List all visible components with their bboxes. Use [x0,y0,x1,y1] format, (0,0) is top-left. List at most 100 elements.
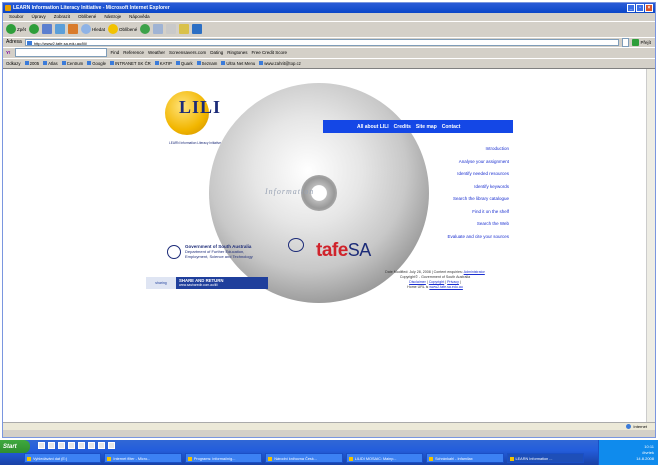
task-button[interactable]: Schránkahl - Infamilax [426,453,504,463]
gov-sa-text: Government of South Australia Department… [185,244,253,259]
address-input[interactable]: http://www2.tafe.sa.edu.au/lili/ [24,38,620,46]
page-footer: Date Modified: July 28, 2008 | Content e… [355,270,515,290]
menu-edit[interactable]: Úpravy [32,13,46,21]
go-button[interactable]: Přejít [632,38,655,46]
gov-crest-icon [167,244,181,259]
link-item[interactable]: Ultra Net Menu [221,61,255,66]
menu-tools[interactable]: Nástroje [104,13,121,21]
stop-icon[interactable] [42,24,53,34]
link-item[interactable]: Atlas [43,61,58,66]
task-button[interactable]: LILIDI MOSAIC: Mainp... [345,453,424,463]
privacy-link[interactable]: Privacy [447,280,459,284]
page-icon [26,40,32,45]
link-identify-resources[interactable]: Identify needed resources [447,168,509,181]
print-icon[interactable] [166,24,177,34]
yahoo-item-dating[interactable]: Dating [210,50,223,55]
refresh-icon[interactable] [55,24,66,34]
yahoo-icon[interactable]: Y! [6,50,11,55]
maximize-button[interactable]: ▫ [636,4,644,12]
history-icon[interactable] [140,24,151,34]
favorites-button[interactable]: Oblíbené [108,24,137,34]
link-item[interactable]: Centrum [62,61,83,66]
close-button[interactable]: × [645,4,653,12]
page-viewport: Information LILI LEARN Information Liter… [3,68,655,423]
yahoo-item-credit[interactable]: Free Credit Score [252,50,288,55]
start-button[interactable]: Start [0,440,30,453]
menu-bar: Soubor Úpravy Zobrazit Oblíbené Nástroje… [3,13,655,21]
address-url: http://www2.tafe.sa.edu.au/lili/ [33,40,87,46]
yahoo-search-input[interactable] [14,48,107,57]
quick-launch-icon[interactable] [88,442,95,449]
menu-file[interactable]: Soubor [9,13,24,21]
task-button[interactable]: Národní knihovna Česk... [265,453,343,463]
quick-launch-icon[interactable] [68,442,75,449]
home-url-link[interactable]: www2.tafe.sa.edu.au [429,285,463,289]
link-item[interactable]: Quark [176,61,193,66]
quick-launch-icon[interactable] [98,442,105,449]
minimize-button[interactable]: _ [627,4,635,12]
vertical-scrollbar[interactable] [646,69,655,423]
taskbar: Start Vyhledávání dat (E:) Internet filt… [0,440,658,465]
window-title: LEARN Information Literacy Initiative - … [13,5,170,11]
menu-help[interactable]: Nápověda [129,13,150,21]
folder-icon[interactable] [179,24,190,34]
quick-launch [38,442,115,449]
window-controls: _ ▫ × [627,4,653,12]
messenger-icon[interactable] [192,24,203,34]
link-item[interactable]: KATIP [155,61,172,66]
link-analyse[interactable]: Analyse your assignment [447,156,509,169]
address-dropdown-icon[interactable] [622,37,630,47]
link-search-catalogue[interactable]: Search the library catalogue [447,193,509,206]
title-bar[interactable]: LEARN Information Literacy Initiative - … [3,3,655,13]
link-find-shelf[interactable]: Find it on the shelf [447,206,509,219]
mail-icon[interactable] [153,24,164,34]
search-button[interactable]: Hledat [81,24,105,34]
link-item[interactable]: Seznam [197,61,218,66]
status-bar: Internet [3,422,655,430]
link-identify-keywords[interactable]: Identify keywords [447,181,509,194]
yahoo-item-ringtones[interactable]: Ringtones [227,50,247,55]
tafe-sa-logo[interactable]: tafeSA [316,240,371,262]
nav-contact[interactable]: Contact [442,124,461,130]
link-introduction[interactable]: Introduction [447,143,509,156]
lili-logo[interactable]: LILI LEARN Information Literacy Initiati… [155,91,227,145]
disclaimer-link[interactable]: Disclaimer [409,280,426,284]
task-button[interactable]: Vyhledávání dat (E:) [24,453,102,463]
yahoo-find-button[interactable]: Find [111,50,120,55]
yahoo-item-reference[interactable]: Reference [123,50,144,55]
quick-launch-icon[interactable] [38,442,45,449]
system-tray: 10:11 čtvrtek 14.8.2008 [598,440,658,465]
task-button[interactable]: Programs: informačníg... [184,453,263,463]
link-evaluate-cite[interactable]: Evaluate and cite your sources [447,231,509,244]
forward-arrow-icon[interactable] [29,24,40,34]
gov-sa-logo[interactable]: Government of South Australia Department… [167,244,253,259]
share-url: www.sasharedir.com.au/lili [179,283,218,287]
clock-date: 14.8.2008 [636,455,654,461]
lili-logo-letters: LILI [179,97,222,117]
yahoo-toolbar: Y! Find Reference Weather Screensavers.c… [3,47,655,57]
menu-favorites[interactable]: Oblíbené [78,13,96,21]
copyright-link[interactable]: Copyright [429,280,444,284]
menu-view[interactable]: Zobrazit [54,13,70,21]
nav-site-map[interactable]: Site map [416,124,437,130]
nav-credits[interactable]: Credits [394,124,411,130]
admin-link[interactable]: Administrator [464,270,485,274]
nav-all-about[interactable]: All about LILI [357,124,389,130]
task-button[interactable]: Internet filter - Micro... [104,453,182,463]
link-item[interactable]: Google [87,61,106,66]
back-label: Zpět [17,26,27,32]
link-item[interactable]: INTRANET SK ČR [110,61,151,66]
yahoo-item-screensavers[interactable]: Screensavers.com [169,50,206,55]
link-search-web[interactable]: Search the Web [447,218,509,231]
yahoo-item-weather[interactable]: Weather [148,50,165,55]
share-and-return-banner[interactable]: sharing SHARE AND RETURN www.sasharedir.… [146,277,268,289]
quick-launch-icon[interactable] [58,442,65,449]
quick-launch-icon[interactable] [78,442,85,449]
quick-launch-icon[interactable] [108,442,115,449]
quick-launch-icon[interactable] [48,442,55,449]
back-button[interactable]: Zpět [6,24,26,34]
home-icon[interactable] [68,24,79,34]
link-item[interactable]: 2005 [25,61,40,66]
link-item[interactable]: www.zahrit@top.cz [259,61,301,66]
task-button-active[interactable]: LEARN Information ... [506,453,584,463]
